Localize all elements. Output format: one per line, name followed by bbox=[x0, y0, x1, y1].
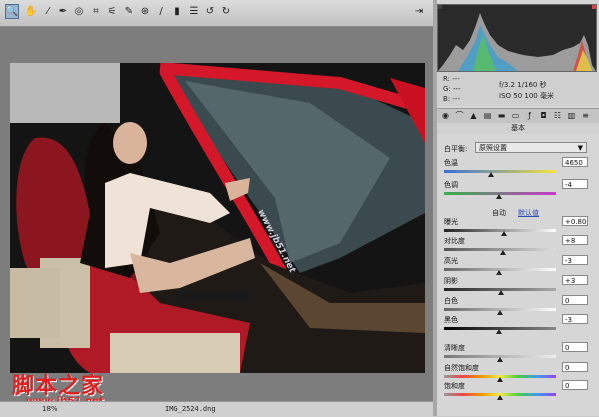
slider-label: 色温 bbox=[444, 159, 458, 167]
zoom-level[interactable]: 18% bbox=[42, 405, 58, 413]
spot-removal-icon[interactable]: ✎ bbox=[122, 4, 136, 19]
panel-menu-icon[interactable]: ≡ bbox=[580, 110, 591, 121]
slider-thumb[interactable] bbox=[495, 270, 502, 275]
slider-value-field[interactable]: -4 bbox=[562, 179, 588, 189]
presets-tab-icon[interactable]: ☷ bbox=[552, 110, 563, 121]
panel-tabs: ◉ ⌒ ▲ ▤ ▬ ▭ ƒ ◘ ☷ ▥ ≡ bbox=[437, 108, 599, 124]
crop-icon[interactable]: ⌗ bbox=[89, 4, 103, 19]
adjustment-brush-icon[interactable]: / bbox=[154, 4, 168, 19]
hand-tool-icon[interactable]: ✋ bbox=[24, 4, 38, 19]
toolbar: 🔍 ✋ ⁄ ✒ ◎ ⌗ ⚟ ✎ ⊛ / ▮ ☰ ↺ ↻ ⇥ bbox=[0, 0, 433, 27]
slider-label: 曝光 bbox=[444, 218, 458, 226]
slider-thumb[interactable] bbox=[488, 172, 495, 177]
slider-thumb[interactable] bbox=[500, 250, 507, 255]
histogram bbox=[437, 4, 597, 72]
straighten-icon[interactable]: ⚟ bbox=[105, 4, 119, 19]
slider-value-field[interactable]: 0 bbox=[562, 342, 588, 352]
slider-thumb[interactable] bbox=[501, 231, 508, 236]
graduated-filter-icon[interactable]: ▮ bbox=[170, 4, 184, 19]
split-toning-tab-icon[interactable]: ▬ bbox=[496, 110, 507, 121]
section-title: 基本 bbox=[437, 123, 599, 134]
slider-value-field[interactable]: 4650 bbox=[562, 157, 588, 167]
chevron-down-icon: ▼ bbox=[577, 144, 583, 152]
slider-label: 白色 bbox=[444, 297, 458, 305]
slider-label: 自然饱和度 bbox=[444, 364, 479, 372]
slider-track[interactable] bbox=[444, 229, 556, 232]
detail-tab-icon[interactable]: ▲ bbox=[468, 110, 479, 121]
file-name: IMG_2524.dng bbox=[165, 405, 216, 413]
preferences-icon[interactable]: ☰ bbox=[187, 4, 201, 19]
slider-label: 饱和度 bbox=[444, 382, 465, 390]
slider-label: 对比度 bbox=[444, 237, 465, 245]
auto-button[interactable]: 自动 bbox=[492, 208, 506, 218]
red-eye-icon[interactable]: ⊛ bbox=[138, 4, 152, 19]
target-adjust-icon[interactable]: ◎ bbox=[72, 4, 86, 19]
readout-b: B: --- bbox=[443, 95, 460, 103]
slider-value-field[interactable]: +0.80 bbox=[562, 216, 588, 226]
status-bar: 18% IMG_2524.dng bbox=[0, 401, 433, 417]
fx-tab-icon[interactable]: ƒ bbox=[524, 110, 535, 121]
slider-thumb[interactable] bbox=[495, 194, 502, 199]
slider-value-field[interactable]: 0 bbox=[562, 362, 588, 372]
rotate-left-icon[interactable]: ↺ bbox=[203, 4, 217, 19]
slider-track[interactable] bbox=[444, 170, 556, 173]
slider-label: 高光 bbox=[444, 257, 458, 265]
slider-value-field[interactable]: -3 bbox=[562, 255, 588, 265]
zoom-tool-icon[interactable]: 🔍 bbox=[5, 4, 19, 19]
slider-thumb[interactable] bbox=[497, 310, 503, 315]
exit-icon[interactable]: ⇥ bbox=[412, 4, 426, 19]
slider-value-field[interactable]: 0 bbox=[562, 380, 588, 390]
slider-thumb[interactable] bbox=[495, 329, 502, 334]
default-button[interactable]: 默认值 bbox=[518, 208, 539, 218]
slider-value-field[interactable]: +8 bbox=[562, 235, 588, 245]
camera-readout: R: --- G: --- B: --- f/3.2 1/160 秒 ISO 5… bbox=[437, 72, 599, 106]
slider-value-field[interactable]: -3 bbox=[562, 314, 588, 324]
snapshots-tab-icon[interactable]: ▥ bbox=[566, 110, 577, 121]
readout-g: G: --- bbox=[443, 85, 461, 93]
slider-label: 黑色 bbox=[444, 316, 458, 324]
slider-thumb[interactable] bbox=[497, 377, 503, 382]
hsl-tab-icon[interactable]: ▤ bbox=[482, 110, 493, 121]
readout-r: R: --- bbox=[443, 75, 460, 83]
rotate-right-icon[interactable]: ↻ bbox=[219, 4, 233, 19]
slider-thumb[interactable] bbox=[497, 395, 503, 400]
slider-label: 色调 bbox=[444, 181, 458, 189]
camera-calibration-tab-icon[interactable]: ◘ bbox=[538, 110, 549, 121]
white-balance-icon[interactable]: ⁄ bbox=[41, 4, 55, 19]
slider-label: 清晰度 bbox=[444, 344, 465, 352]
color-sampler-icon[interactable]: ✒ bbox=[56, 4, 70, 19]
slider-value-field[interactable]: 0 bbox=[562, 295, 588, 305]
slider-value-field[interactable]: +3 bbox=[562, 275, 588, 285]
iso-focal: ISO 50 100 毫米 bbox=[499, 92, 554, 100]
slider-label: 阴影 bbox=[444, 277, 458, 285]
white-balance-label: 白平衡: bbox=[444, 145, 468, 153]
tone-curve-tab-icon[interactable]: ⌒ bbox=[454, 110, 465, 121]
photo-preview bbox=[10, 63, 425, 373]
lens-tab-icon[interactable]: ▭ bbox=[510, 110, 521, 121]
slider-thumb[interactable] bbox=[498, 290, 505, 295]
basic-tab-icon[interactable]: ◉ bbox=[440, 110, 451, 121]
aperture-shutter: f/3.2 1/160 秒 bbox=[499, 81, 547, 89]
slider-thumb[interactable] bbox=[497, 357, 503, 362]
white-balance-select[interactable]: 原照设置 ▼ bbox=[475, 142, 587, 153]
white-balance-value: 原照设置 bbox=[479, 144, 507, 152]
